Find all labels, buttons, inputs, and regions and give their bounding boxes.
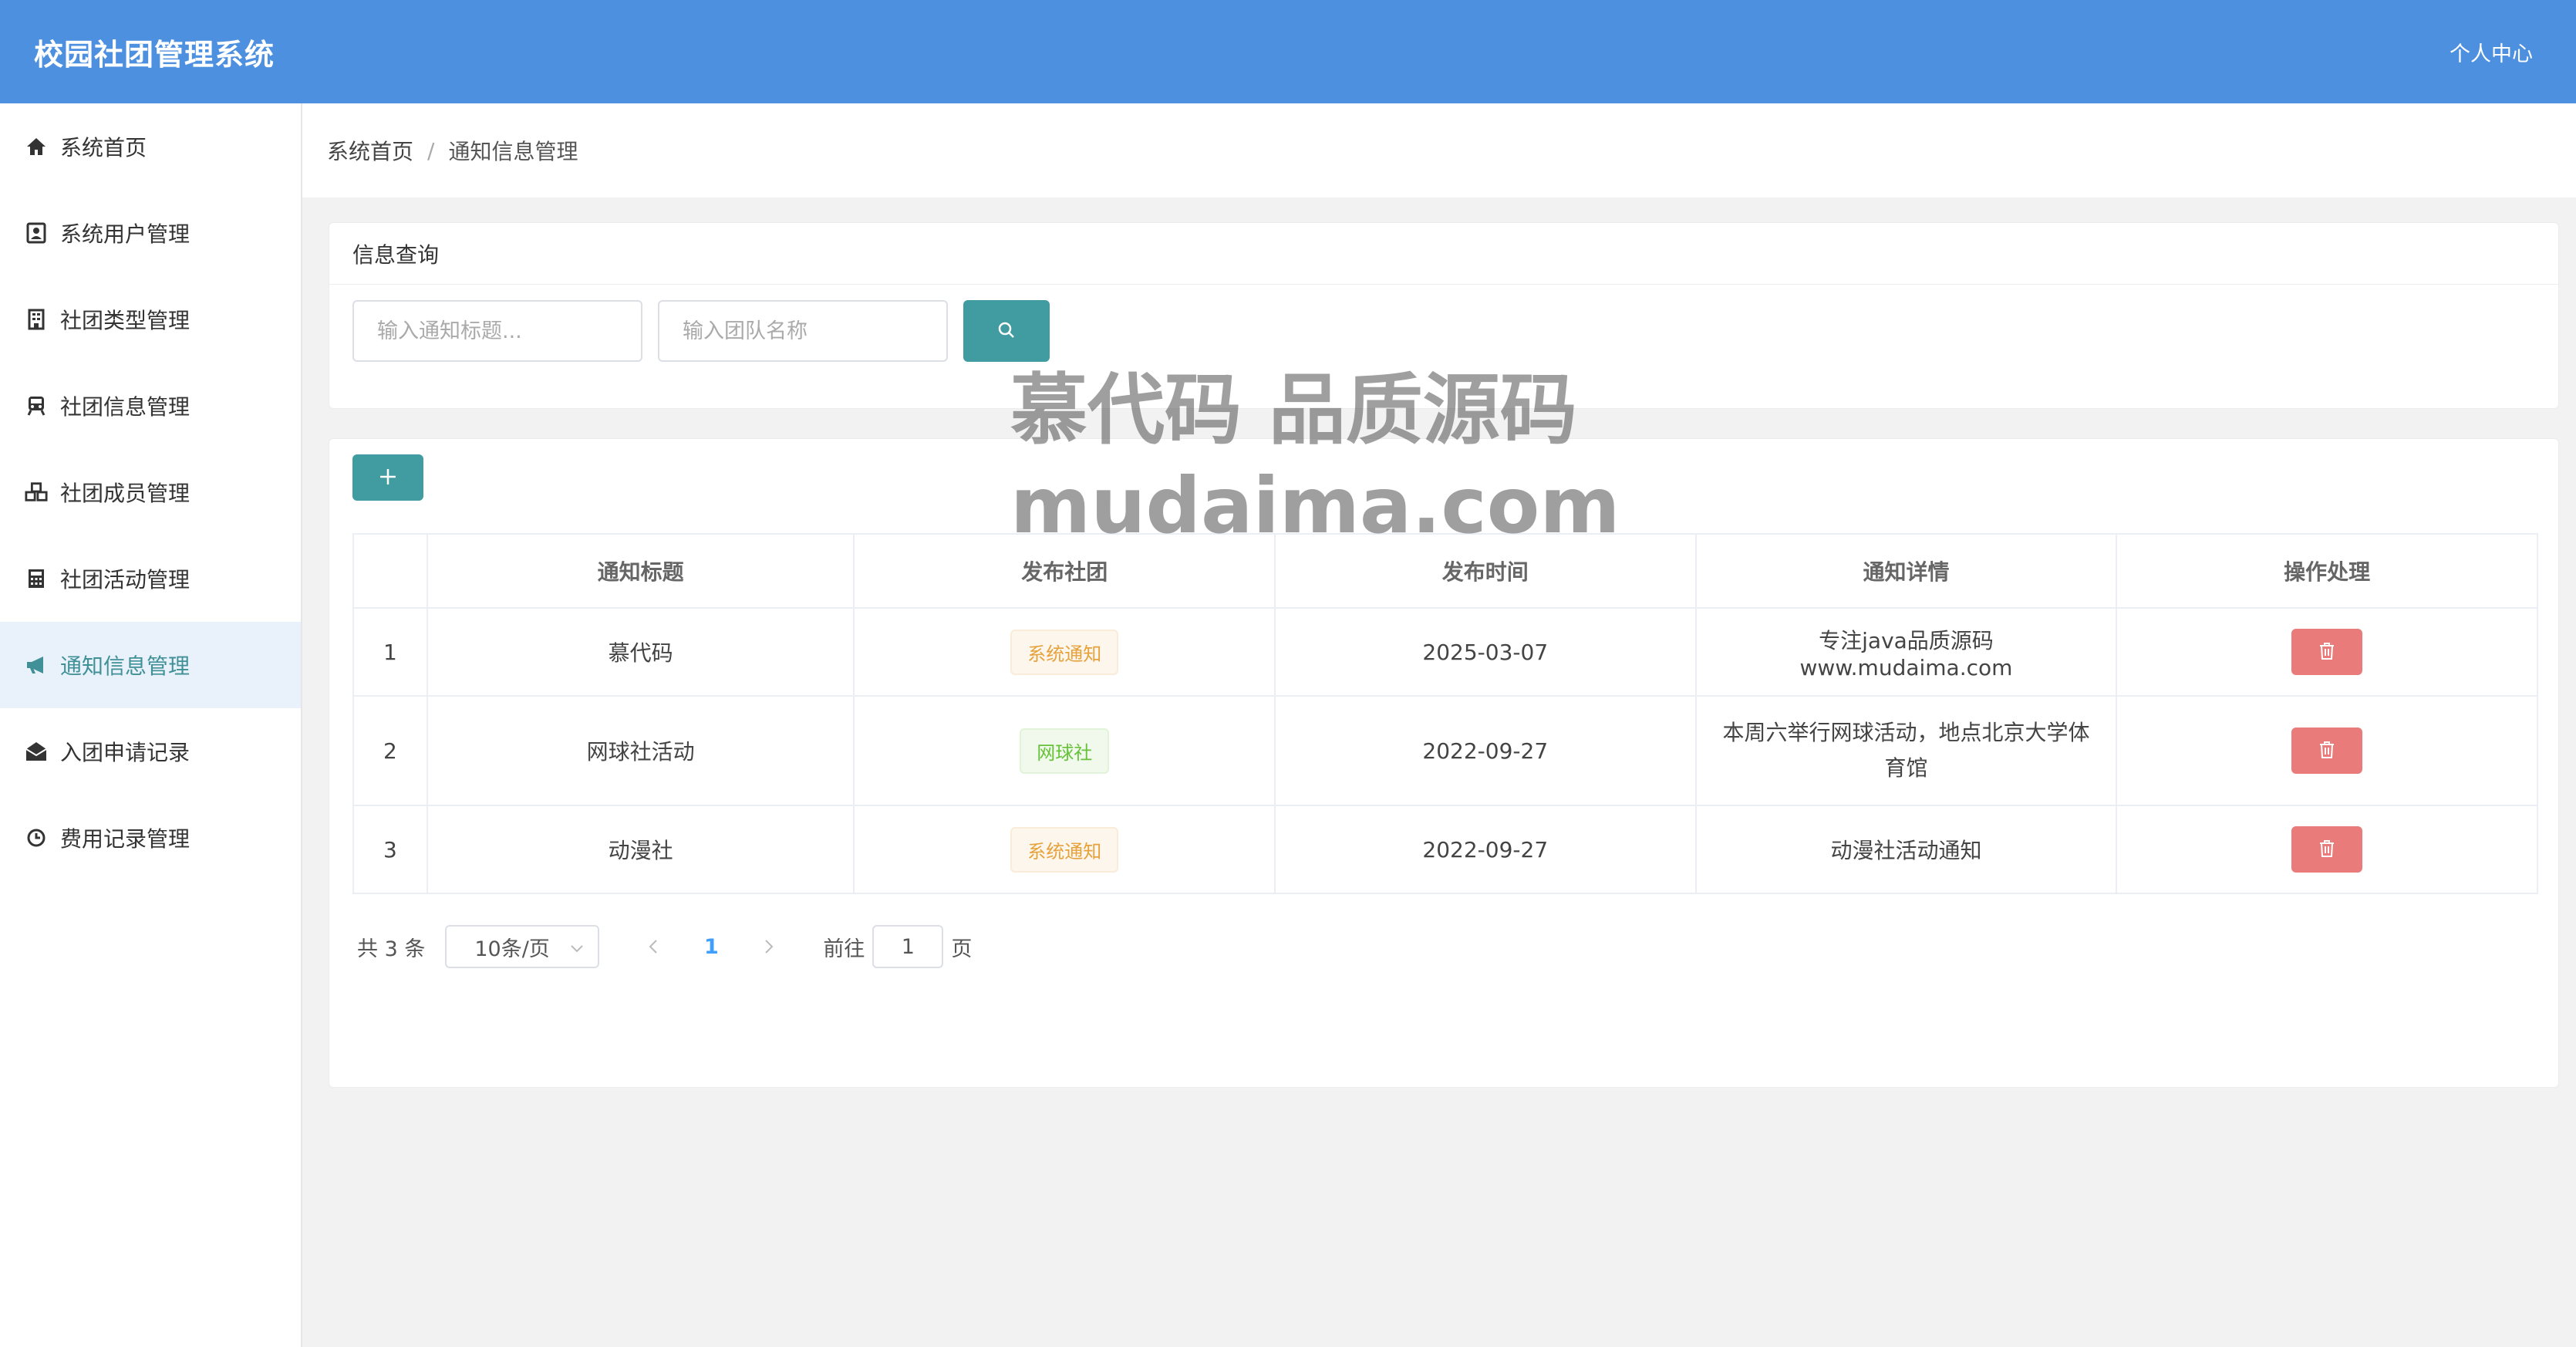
home-icon [25,135,48,158]
row-detail: 专注java品质源码 www.mudaima.com [1694,607,2118,697]
app-title: 校园社团管理系统 [34,37,275,72]
trash-icon [2318,839,2336,861]
sidebar-item-label: 入团申请记录 [60,740,191,765]
delete-button[interactable] [2291,728,2363,774]
sidebar-item-club-types[interactable]: 社团类型管理 [0,276,301,363]
row-title: 网球社活动 [426,695,855,806]
row-detail: 动漫社活动通知 [1694,805,2118,894]
row-index: 2 [352,695,428,806]
row-time: 2022-09-27 [1274,695,1697,806]
page-size-value: 10条/页 [474,937,550,961]
table-header-index [352,533,428,609]
table-row: 1 慕代码 系统通知 2025-03-07 专注java品质源码 www.mud… [352,607,2538,697]
goto-prefix: 前往 [823,937,865,961]
row-detail: 本周六举行网球活动，地点北京大学体育馆 [1694,695,2118,806]
delete-button[interactable] [2291,826,2363,873]
club-tag: 系统通知 [1010,629,1119,675]
sidebar-item-label: 社团成员管理 [60,481,191,506]
club-tag: 系统通知 [1010,826,1119,873]
sidebar-item-club-members[interactable]: 社团成员管理 [0,449,301,535]
table-header: 通知详情 [1694,533,2118,609]
search-button[interactable] [963,300,1050,362]
notice-title-input[interactable] [352,300,642,362]
trash-icon [2318,740,2336,762]
sidebar-item-label: 社团活动管理 [60,567,191,592]
trash-icon [2318,641,2336,663]
sidebar-item-join-requests[interactable]: 入团申请记录 [0,708,301,795]
row-index: 3 [352,805,428,894]
delete-button[interactable] [2291,629,2363,675]
sidebar: 系统首页 系统用户管理 社团类型管理 社团信息管理 社团成员管理 社团活动管理 [0,103,302,1347]
goto-suffix: 页 [951,937,973,961]
sidebar-item-label: 系统用户管理 [60,221,191,247]
calculator-icon [25,567,48,590]
row-time: 2022-09-27 [1274,805,1697,894]
chevron-right-icon [765,939,774,954]
breadcrumb-separator: / [427,137,435,164]
sidebar-item-label: 社团信息管理 [60,394,191,420]
chevron-down-icon [570,935,584,959]
row-index: 1 [352,607,428,697]
goto-page-input[interactable]: 1 [872,925,944,968]
sidebar-item-label: 费用记录管理 [60,826,191,852]
sidebar-item-notices[interactable]: 通知信息管理 [0,622,301,708]
watermark: 慕代码 品质源码 mudaima.com [1010,363,1620,554]
table-row: 3 动漫社 系统通知 2022-09-27 动漫社活动通知 [352,805,2538,894]
breadcrumb: 系统首页 / 通知信息管理 [302,103,2576,197]
pagination: 共 3 条 10条/页 1 前往 1 页 [357,925,972,968]
top-header: 校园社团管理系统 个人中心 [0,0,2576,103]
page-number-current[interactable]: 1 [676,935,746,959]
table-header: 通知标题 [426,533,855,609]
row-title: 动漫社 [426,805,855,894]
personal-center-link[interactable]: 个人中心 [2450,37,2533,67]
page-size-select[interactable]: 10条/页 [445,925,600,968]
sidebar-item-label: 系统首页 [60,135,147,160]
sidebar-item-users[interactable]: 系统用户管理 [0,190,301,276]
watermark-line-1: 慕代码 品质源码 [1010,365,1577,455]
main-content: 系统首页 / 通知信息管理 信息查询 输入通知标题... 输入团队名称 通知标题… [302,103,2576,1347]
breadcrumb-home[interactable]: 系统首页 [327,135,413,166]
megaphone-icon [25,653,48,677]
watermark-line-2: mudaima.com [1010,461,1620,551]
club-tag: 网球社 [1020,728,1110,774]
plus-icon [378,467,398,489]
goto-page-value: 1 [901,934,915,959]
sidebar-item-label: 通知信息管理 [60,653,191,679]
clock-icon [25,826,48,849]
next-page-button[interactable] [746,933,792,960]
row-title: 慕代码 [426,607,855,697]
chevron-left-icon [649,939,658,954]
row-time: 2025-03-07 [1274,607,1697,697]
team-name-input[interactable] [658,300,948,362]
query-card-title: 信息查询 [329,223,2558,285]
add-notice-button[interactable] [352,454,423,501]
user-card-icon [25,221,48,245]
train-icon [25,394,48,417]
envelope-open-icon [25,740,48,763]
sidebar-item-club-activities[interactable]: 社团活动管理 [0,535,301,622]
table-row: 2 网球社活动 网球社 2022-09-27 本周六举行网球活动，地点北京大学体… [352,695,2538,806]
sidebar-item-fees[interactable]: 费用记录管理 [0,795,301,881]
notice-table: 通知标题 发布社团 发布时间 通知详情 操作处理 1 慕代码 系统通知 2025… [352,533,2538,894]
sidebar-item-label: 社团类型管理 [60,308,191,333]
sidebar-item-home[interactable]: 系统首页 [0,103,301,190]
prev-page-button[interactable] [630,933,676,960]
breadcrumb-current: 通知信息管理 [448,139,578,164]
sidebar-item-club-info[interactable]: 社团信息管理 [0,363,301,449]
cubes-icon [25,481,48,504]
search-icon [996,320,1017,343]
pagination-total: 共 3 条 [357,937,426,961]
building-icon [25,308,48,331]
table-header: 操作处理 [2116,533,2538,609]
